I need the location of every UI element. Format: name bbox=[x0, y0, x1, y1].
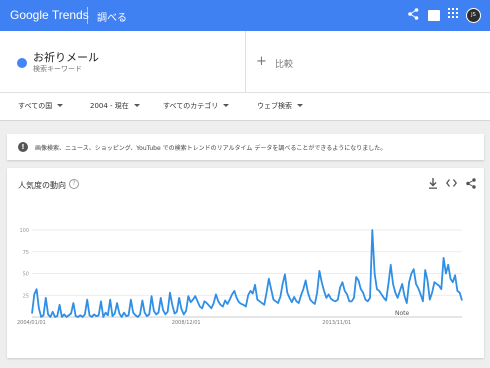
chart-annotation: Note bbox=[395, 310, 410, 317]
interest-chart: 2550751002004/01/01 2008/12/01 2013/11/01 … bbox=[17, 228, 463, 326]
notice-text: 画像検索、ニュース、ショッピング、YouTube での検索トレンドのリアルタイム… bbox=[35, 145, 387, 152]
interest-over-time-card: 人気度の動向 ? 25 50 75 100 2004/01/01 2008/12/01 20… bbox=[7, 168, 484, 358]
region-filter[interactable]: すべての国 bbox=[18, 101, 64, 111]
share-icon[interactable] bbox=[408, 8, 419, 24]
x-tick-label: 2004/01/01 bbox=[17, 320, 46, 326]
google-trends-logo[interactable]: Google Trends bbox=[10, 8, 89, 22]
chevron-down-icon bbox=[297, 104, 303, 107]
avatar[interactable]: JS bbox=[466, 8, 481, 23]
app-bar: Google Trends 調べる JS bbox=[0, 0, 490, 31]
search-term-name[interactable]: お祈りメール bbox=[33, 49, 99, 65]
page-title: 調べる bbox=[97, 13, 127, 24]
add-icon[interactable]: + bbox=[256, 54, 267, 69]
y-tick-label: 25 bbox=[23, 293, 29, 299]
filter-bar: すべての国 2004 - 現在 すべてのカテゴリ ウェブ検索 bbox=[0, 93, 490, 121]
time-range-filter[interactable]: 2004 - 現在 bbox=[90, 101, 140, 111]
notice-banner: ! 画像検索、ニュース、ショッピング、YouTube での検索トレンドのリアルタ… bbox=[7, 134, 484, 160]
term-divider bbox=[245, 31, 246, 93]
apps-grid-icon[interactable] bbox=[448, 8, 458, 22]
header-divider bbox=[87, 7, 88, 24]
search-term-type: 検索キーワード bbox=[33, 65, 82, 73]
y-tick-label: 75 bbox=[23, 250, 29, 256]
y-tick-label: 50 bbox=[23, 272, 29, 278]
x-tick-label: 2013/11/01 bbox=[322, 320, 351, 326]
search-term-bar: お祈りメール 検索キーワード + 比較 bbox=[0, 31, 490, 93]
term-color-dot bbox=[17, 58, 27, 68]
region-filter-label: すべての国 bbox=[18, 102, 53, 110]
category-filter[interactable]: すべてのカテゴリ bbox=[163, 101, 230, 111]
info-icon: ! bbox=[18, 142, 28, 152]
y-tick-label: 100 bbox=[19, 228, 29, 234]
chevron-down-icon bbox=[57, 104, 64, 107]
search-type-filter[interactable]: ウェブ検索 bbox=[257, 101, 303, 111]
time-range-label: 2004 - 現在 bbox=[90, 102, 129, 110]
compare-button[interactable]: 比較 bbox=[275, 57, 293, 70]
category-filter-label: すべてのカテゴリ bbox=[163, 102, 219, 110]
chevron-down-icon bbox=[223, 104, 230, 107]
x-tick-label: 2008/12/01 bbox=[172, 320, 201, 326]
feedback-icon[interactable] bbox=[428, 10, 440, 21]
search-type-label: ウェブ検索 bbox=[257, 102, 292, 110]
chevron-down-icon bbox=[133, 104, 140, 107]
